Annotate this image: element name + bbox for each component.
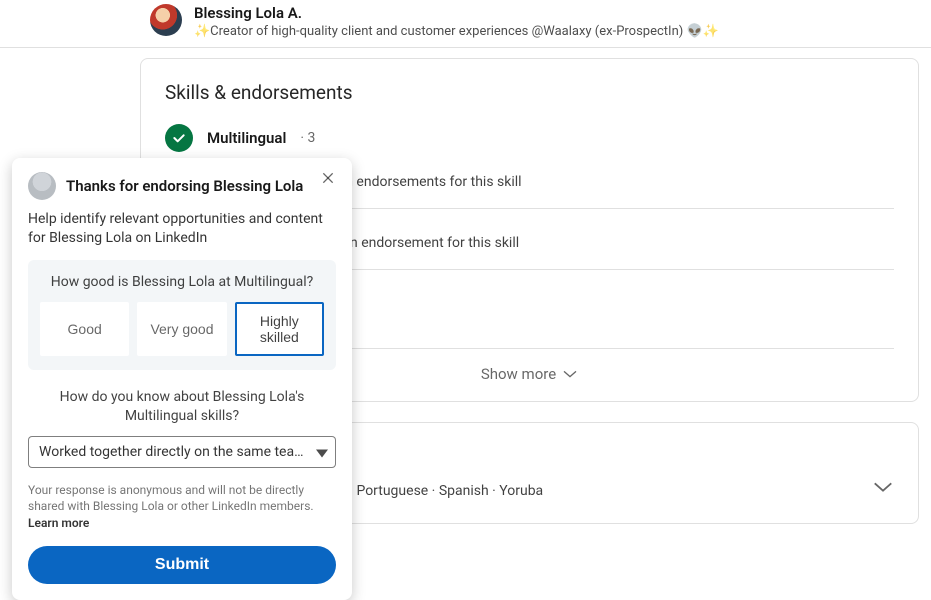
rating-question: How good is Blessing Lola at Multilingua… [40,274,324,290]
expand-languages-button[interactable] [872,479,894,498]
learn-more-link[interactable]: Learn more [28,516,89,530]
rating-very-good[interactable]: Very good [137,302,226,356]
profile-avatar[interactable] [150,4,182,36]
disclaimer-text: Your response is anonymous and will not … [28,482,336,532]
relationship-select[interactable]: Worked together directly on the same tea… [28,436,336,468]
rating-row: Good Very good Highly skilled [40,302,324,356]
skill-row[interactable]: Multilingual · 3 [165,124,894,152]
skill-count: · 3 [300,130,315,146]
close-button[interactable] [320,170,336,190]
profile-name[interactable]: Blessing Lola A. [194,4,719,22]
skills-section-title: Skills & endorsements [165,81,894,104]
header-text: Blessing Lola A. ✨Creator of high-qualit… [194,4,719,39]
endorsement-modal: Thanks for endorsing Blessing Lola Help … [12,158,352,600]
submit-button[interactable]: Submit [28,546,336,584]
modal-subtitle: Help identify relevant opportunities and… [28,210,336,248]
checkmark-icon [165,124,193,152]
modal-title: Thanks for endorsing Blessing Lola [66,177,303,195]
chevron-down-icon [562,365,578,383]
profile-header: Blessing Lola A. ✨Creator of high-qualit… [0,0,931,48]
skill-name: Multilingual [207,129,286,147]
rating-question-box: How good is Blessing Lola at Multilingua… [28,260,336,370]
modal-avatar-icon [28,172,56,200]
profile-tagline: ✨Creator of high-quality client and cust… [194,24,719,39]
rating-good[interactable]: Good [40,302,129,356]
relationship-select-wrap: Worked together directly on the same tea… [28,436,336,468]
modal-header: Thanks for endorsing Blessing Lola [28,172,336,200]
rating-highly-skilled[interactable]: Highly skilled [235,302,324,356]
relationship-question: How do you know about Blessing Lola's Mu… [28,388,336,426]
